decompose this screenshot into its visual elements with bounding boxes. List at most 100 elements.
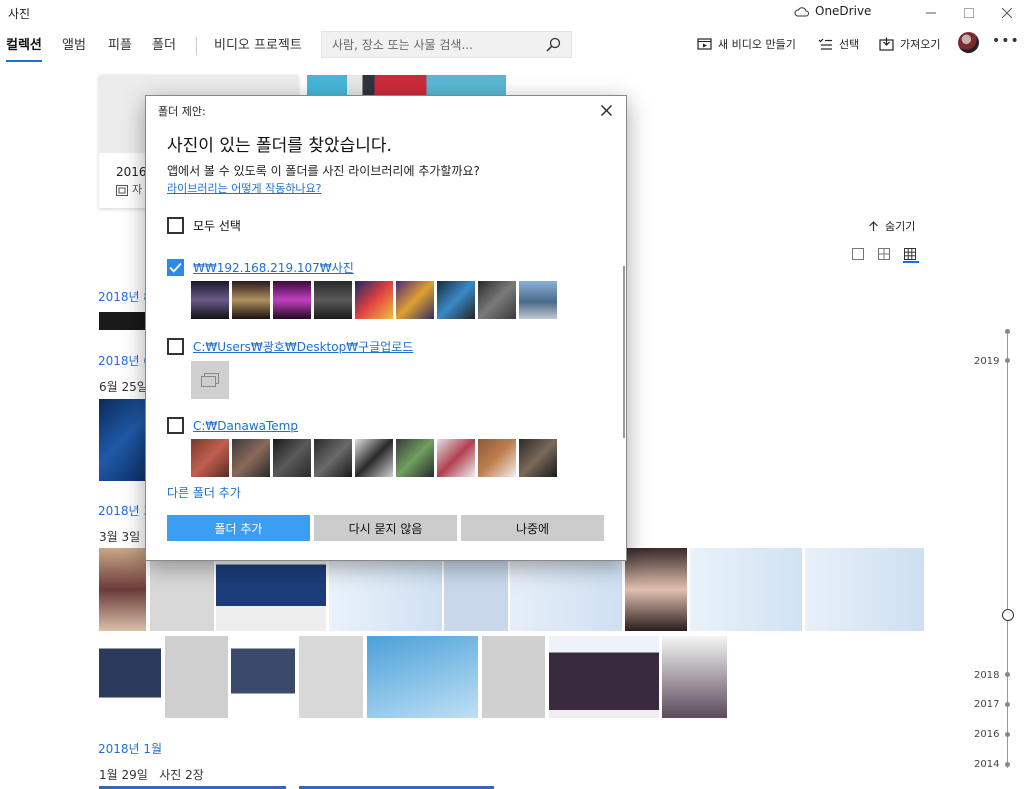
folder-option[interactable]: C:₩DanawaTemp	[167, 417, 298, 434]
photo-thumbnail[interactable]	[437, 281, 475, 319]
photo-thumbnail[interactable]	[355, 281, 393, 319]
checkbox[interactable]	[167, 338, 184, 355]
photo-thumbnail[interactable]	[478, 439, 516, 477]
timeline-year[interactable]: 2016	[974, 729, 999, 740]
checkmark-icon	[169, 262, 182, 273]
photo-thumbnail[interactable]	[355, 439, 393, 477]
photo-thumbnail[interactable]	[549, 636, 659, 718]
album-card-2[interactable]	[307, 75, 506, 97]
timeline-year[interactable]: 2018	[974, 670, 999, 681]
photo-thumbnail[interactable]	[519, 281, 557, 319]
checkbox-checked[interactable]	[167, 259, 184, 276]
photo-thumbnail[interactable]	[99, 399, 147, 481]
library-help-link[interactable]: 라이브러리는 어떻게 작동하나요?	[167, 180, 322, 196]
timeline-marker	[1005, 702, 1010, 707]
photo-thumbnail[interactable]	[191, 439, 229, 477]
photo-thumbnail[interactable]	[478, 281, 516, 319]
tab-albums[interactable]: 앨범	[62, 34, 86, 56]
photo-thumbnail[interactable]	[625, 548, 687, 631]
timeline-year[interactable]: 2014	[974, 759, 999, 770]
add-folder-button[interactable]: 폴더 추가	[167, 515, 310, 541]
photo-thumbnail[interactable]	[99, 548, 146, 631]
photo-thumbnail[interactable]	[519, 439, 557, 477]
checkbox[interactable]	[167, 417, 184, 434]
search-icon[interactable]	[546, 37, 561, 55]
photo-thumbnail[interactable]	[299, 636, 363, 718]
photo-thumbnail[interactable]	[367, 636, 478, 718]
folder-option[interactable]: C:₩Users₩광호₩Desktop₩구글업로드	[167, 338, 413, 355]
view-large-icon[interactable]	[851, 247, 867, 263]
section-date[interactable]: 2018년 3	[98, 502, 151, 519]
photo-thumbnail[interactable]	[314, 439, 352, 477]
select-button[interactable]: 선택	[817, 34, 859, 54]
timeline-marker	[1005, 762, 1010, 767]
select-label: 선택	[839, 38, 860, 51]
folder-path-link[interactable]: C:₩DanawaTemp	[193, 419, 298, 433]
dialog-description: 앱에서 볼 수 있도록 이 폴더를 사진 라이브러리에 추가할까요?	[167, 164, 480, 178]
timeline-marker	[1005, 329, 1010, 334]
add-other-folder-link[interactable]: 다른 폴더 추가	[167, 484, 241, 501]
onedrive-status[interactable]: OneDrive	[794, 4, 871, 18]
photo-thumbnail[interactable]	[165, 636, 228, 718]
tab-people[interactable]: 피플	[108, 34, 132, 56]
view-small-icon[interactable]	[903, 247, 919, 263]
tab-folders[interactable]: 폴더	[152, 34, 176, 56]
dont-ask-again-button[interactable]: 다시 묻지 않음	[314, 515, 457, 541]
photo-thumbnail[interactable]	[805, 548, 924, 631]
photo-thumbnail[interactable]	[99, 312, 147, 330]
search-box[interactable]	[321, 31, 572, 58]
photo-thumbnail[interactable]	[314, 281, 352, 319]
arrow-up-icon	[869, 220, 878, 231]
view-medium-icon[interactable]	[877, 247, 893, 263]
day-label: 3월 3일	[99, 530, 141, 544]
photo-thumbnail[interactable]	[662, 636, 727, 718]
photo-thumbnail[interactable]	[231, 636, 295, 718]
photo-thumbnail[interactable]	[396, 281, 434, 319]
folder-path-link[interactable]: ₩₩192.168.219.107₩사진	[193, 259, 354, 276]
tab-collection[interactable]: 컬렉션	[6, 34, 42, 62]
import-button[interactable]: 가져오기	[878, 34, 940, 54]
section-date[interactable]: 2018년 6	[98, 352, 151, 369]
tab-video-projects[interactable]: 비디오 프로젝트	[214, 34, 302, 56]
dialog-scrollbar[interactable]	[623, 266, 625, 438]
photo-thumbnail[interactable]	[482, 636, 545, 718]
timeline-year[interactable]: 2017	[974, 699, 999, 710]
hide-label: 숨기기	[885, 220, 916, 233]
photo-thumbnail[interactable]	[232, 281, 270, 319]
search-input[interactable]	[322, 32, 537, 57]
photo-thumbnail[interactable]	[273, 439, 311, 477]
dialog-close-button[interactable]	[596, 100, 616, 120]
new-video-label: 새 비디오 만들기	[718, 38, 796, 51]
hide-button[interactable]: 숨기기	[868, 218, 915, 234]
album-icon	[116, 184, 128, 196]
photo-thumbnail[interactable]	[273, 281, 311, 319]
account-avatar[interactable]	[958, 32, 979, 53]
select-all-label: 모두 선택	[193, 219, 241, 233]
timeline-handle[interactable]	[1002, 609, 1014, 621]
cloud-icon	[794, 6, 809, 16]
folder-option[interactable]: ₩₩192.168.219.107₩사진	[167, 259, 354, 276]
later-button[interactable]: 나중에	[461, 515, 604, 541]
folder-thumbnails	[191, 439, 557, 477]
album-subtitle-text: 자	[132, 183, 143, 196]
photo-thumbnail[interactable]	[437, 439, 475, 477]
photo-thumbnail[interactable]	[99, 636, 161, 718]
photo-thumbnail[interactable]	[396, 439, 434, 477]
album-year: 2016	[116, 165, 147, 179]
dialog-heading: 사진이 있는 폴더를 찾았습니다.	[167, 136, 392, 156]
photo-thumbnail[interactable]	[232, 439, 270, 477]
timeline-year[interactable]: 2019	[974, 356, 999, 367]
more-options-icon[interactable]: •••	[992, 33, 1020, 49]
app-title: 사진	[8, 7, 31, 21]
new-video-button[interactable]: 새 비디오 만들기	[696, 34, 796, 54]
dialog-title: 폴더 제안:	[158, 105, 206, 118]
folder-path-link[interactable]: C:₩Users₩광호₩Desktop₩구글업로드	[193, 338, 413, 355]
import-label: 가져오기	[900, 38, 941, 51]
photo-thumbnail[interactable]	[690, 548, 802, 631]
photo-thumbnail[interactable]	[191, 281, 229, 319]
close-window-button[interactable]	[984, 0, 1024, 26]
checkbox[interactable]	[167, 217, 184, 234]
select-all-checkbox[interactable]: 모두 선택	[167, 217, 241, 234]
section-date[interactable]: 2018년 8	[98, 288, 151, 305]
section-date[interactable]: 2018년 1월	[98, 740, 162, 757]
